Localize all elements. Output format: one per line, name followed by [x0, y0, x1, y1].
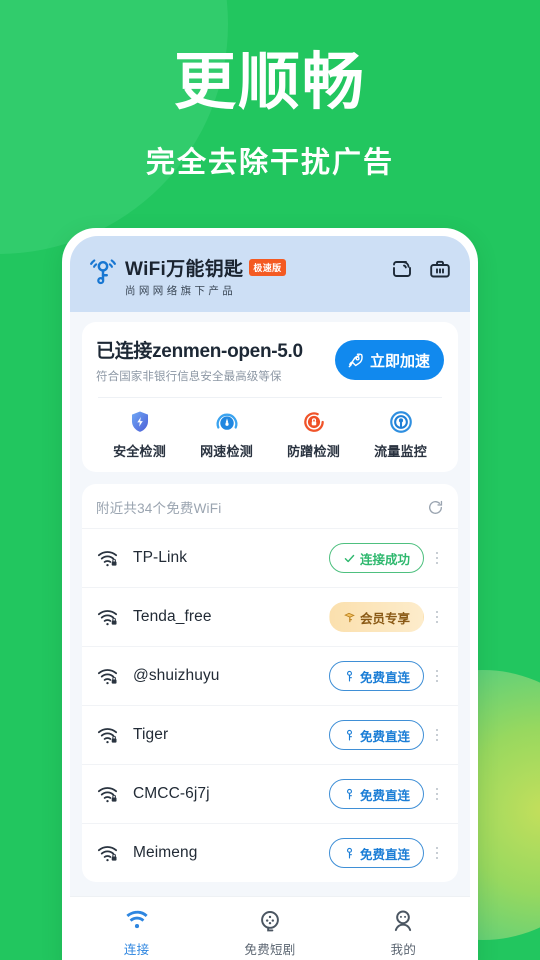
- wifi-lock-icon: [96, 842, 119, 865]
- accelerate-button[interactable]: 立即加速: [334, 340, 444, 380]
- nav-item-connect[interactable]: 连接: [70, 908, 203, 958]
- key-icon: [343, 788, 356, 801]
- phone-screen: WiFi万能钥匙 极速版 尚网网络旗下产品 已连接zenmen-open-5.0…: [70, 236, 470, 960]
- row-more-button[interactable]: [428, 610, 446, 624]
- nav-label: 我的: [390, 942, 417, 957]
- wifi-action-button[interactable]: 免费直连: [328, 720, 424, 750]
- row-more-button[interactable]: [428, 728, 446, 742]
- app-version-badge: 极速版: [249, 259, 286, 276]
- app-slogan: 尚网网络旗下产品: [125, 285, 237, 297]
- person-icon: [390, 908, 416, 934]
- wifi-ssid: Tiger: [133, 726, 169, 743]
- wifi-action-label: 会员专享: [359, 611, 410, 626]
- divider: [98, 397, 442, 398]
- vip-key-icon: [343, 611, 356, 624]
- wifi-action-button[interactable]: 免费直连: [328, 838, 424, 868]
- wifi-action-button[interactable]: 免费直连: [328, 779, 424, 809]
- check-icon: [343, 552, 356, 565]
- rocket-icon: [346, 351, 365, 370]
- connection-card: 已连接zenmen-open-5.0 符合国家非银行信息安全最高级等保 立即加速: [82, 322, 458, 472]
- screen-cast-icon[interactable]: [390, 257, 414, 281]
- connection-card-top: 已连接zenmen-open-5.0 符合国家非银行信息安全最高级等保 立即加速: [96, 336, 444, 384]
- speed-gauge-icon: [214, 409, 240, 435]
- key-icon: [343, 670, 356, 683]
- connection-texts: 已连接zenmen-open-5.0 符合国家非银行信息安全最高级等保: [96, 336, 335, 384]
- phone-mockup: WiFi万能钥匙 极速版 尚网网络旗下产品 已连接zenmen-open-5.0…: [62, 228, 478, 960]
- wifi-action-button[interactable]: 连接成功: [328, 543, 424, 573]
- app-name: WiFi万能钥匙: [125, 259, 244, 280]
- wifi-list-card: 附近共34个免费WiFi TP-Link 连接成功 Tenda_free 会员专享: [82, 484, 458, 882]
- key-icon: [343, 729, 356, 742]
- wifi-ssid: TP-Link: [133, 549, 188, 566]
- feature-label: 网速检测: [200, 444, 253, 459]
- feature-shortcuts: 安全检测 网速检测 防蹭检测 流量监控: [96, 409, 444, 460]
- wifi-action-label: 免费直连: [359, 670, 410, 685]
- feature-speed-test[interactable]: 网速检测: [183, 409, 270, 460]
- connection-subtitle: 符合国家非银行信息安全最高级等保: [96, 371, 282, 383]
- wifi-icon: [124, 908, 150, 934]
- wifi-lock-icon: [96, 724, 119, 747]
- nav-label: 免费短剧: [244, 942, 296, 957]
- wifi-ssid: @shuizhuyu: [133, 667, 220, 684]
- toolbox-icon[interactable]: [428, 257, 452, 281]
- table-row[interactable]: Tiger 免费直连: [82, 705, 458, 764]
- wifi-ssid: Meimeng: [133, 844, 198, 861]
- wifi-ssid: Tenda_free: [133, 608, 212, 625]
- wifi-lock-icon: [96, 606, 119, 629]
- table-row[interactable]: Tenda_free 会员专享: [82, 587, 458, 646]
- hero-subtitle: 完全去除干扰广告: [145, 146, 394, 179]
- wifi-rows: TP-Link 连接成功 Tenda_free 会员专享 @shuizhuyu 免费直…: [82, 528, 458, 882]
- wifi-action-label: 免费直连: [359, 788, 410, 803]
- row-more-button[interactable]: [428, 669, 446, 683]
- key-icon: [343, 847, 356, 860]
- feature-security-check[interactable]: 安全检测: [96, 409, 183, 460]
- nav-label: 连接: [123, 942, 150, 957]
- feature-label: 防蹭检测: [287, 444, 340, 459]
- wifi-lock-icon: [96, 665, 119, 688]
- app-header: WiFi万能钥匙 极速版 尚网网络旗下产品: [70, 236, 470, 312]
- nav-item-free-drama[interactable]: 免费短剧: [203, 908, 336, 958]
- wifi-action-label: 免费直连: [359, 729, 410, 744]
- wifi-action-label: 连接成功: [359, 552, 410, 567]
- wifi-count-label: 附近共34个免费WiFi: [96, 501, 222, 516]
- feature-label: 流量监控: [374, 444, 427, 459]
- feature-anti-leech[interactable]: 防蹭检测: [270, 409, 357, 460]
- wifi-ssid: CMCC-6j7j: [133, 785, 210, 802]
- wifi-lock-icon: [96, 547, 119, 570]
- row-more-button[interactable]: [428, 787, 446, 801]
- row-more-button[interactable]: [428, 846, 446, 860]
- connected-ssid-title: 已连接zenmen-open-5.0: [96, 341, 303, 362]
- table-row[interactable]: Meimeng 免费直连: [82, 823, 458, 882]
- header-actions: [390, 257, 452, 281]
- bottom-navigation: 连接 免费短剧 我的: [70, 896, 470, 960]
- nav-item-mine[interactable]: 我的: [337, 908, 470, 958]
- traffic-radar-icon: [388, 409, 414, 435]
- anti-leech-icon: [301, 409, 327, 435]
- row-more-button[interactable]: [428, 551, 446, 565]
- app-brand: WiFi万能钥匙 极速版 尚网网络旗下产品: [88, 254, 390, 298]
- hero-title: 更顺畅: [173, 48, 366, 117]
- accelerate-button-label: 立即加速: [369, 352, 430, 370]
- table-row[interactable]: CMCC-6j7j 免费直连: [82, 764, 458, 823]
- table-row[interactable]: @shuizhuyu 免费直连: [82, 646, 458, 705]
- film-reel-icon: [257, 908, 283, 934]
- hero-section: 更顺畅 完全去除干扰广告: [0, 0, 540, 181]
- wifi-action-label: 免费直连: [359, 847, 410, 862]
- feature-traffic-monitor[interactable]: 流量监控: [357, 409, 444, 460]
- wifi-list-header: 附近共34个免费WiFi: [82, 484, 458, 528]
- feature-label: 安全检测: [113, 444, 166, 459]
- wifi-key-logo-icon: [88, 256, 118, 286]
- wifi-action-button[interactable]: 会员专享: [328, 602, 424, 632]
- wifi-action-button[interactable]: 免费直连: [328, 661, 424, 691]
- app-brand-text: WiFi万能钥匙 极速版 尚网网络旗下产品: [125, 254, 286, 298]
- app-name-row: WiFi万能钥匙 极速版: [125, 254, 286, 281]
- shield-icon: [127, 409, 153, 435]
- table-row[interactable]: TP-Link 连接成功: [82, 528, 458, 587]
- refresh-icon[interactable]: [427, 499, 444, 516]
- wifi-lock-icon: [96, 783, 119, 806]
